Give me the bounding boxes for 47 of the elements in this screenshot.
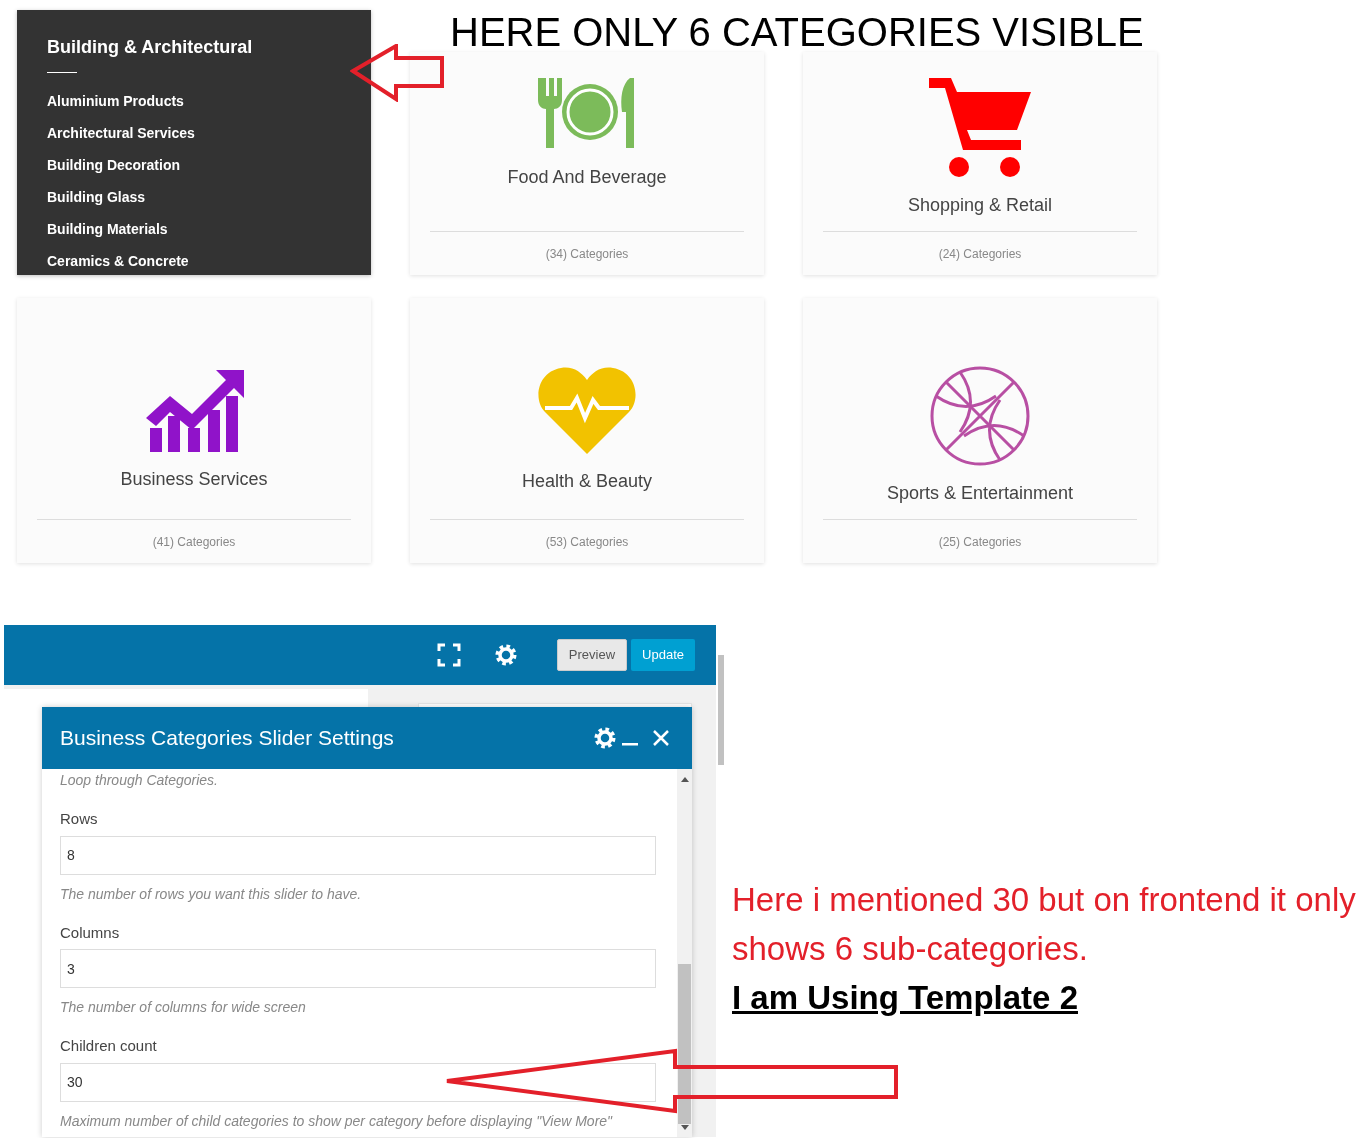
settings-icon[interactable] — [494, 644, 517, 666]
minimize-icon[interactable] — [622, 743, 638, 747]
fullscreen-icon[interactable] — [436, 643, 461, 667]
category-title[interactable]: Shopping & Retail — [907, 192, 1053, 219]
field-label: Columns — [60, 922, 121, 943]
category-card[interactable]: Health & Beauty (53) Categories — [410, 298, 764, 563]
dialog-title: Business Categories Slider Settings — [60, 725, 395, 752]
scroll-up-icon[interactable] — [681, 777, 689, 782]
subcategory-link[interactable]: Building Glass — [47, 181, 145, 213]
subcategory-link[interactable]: Building Decoration — [47, 149, 180, 181]
category-title[interactable]: Food And Beverage — [507, 164, 667, 191]
shopping-cart-icon — [929, 78, 1031, 178]
category-card[interactable]: Building & Architectural Aluminium Products Architectural Services Building Decoration Building Glass Building Materials Ceramics & Concrete — [17, 10, 371, 275]
input-field[interactable]: 30 — [60, 1062, 656, 1102]
input-field[interactable]: 8 — [60, 835, 656, 875]
help-text: Loop through Categories. — [60, 771, 219, 790]
field-label: Children count — [60, 1036, 158, 1056]
category-count: (24) Categories — [938, 246, 1022, 263]
input-field[interactable]: 3 — [60, 949, 656, 988]
category-card[interactable]: Business Services (41) Categories — [17, 298, 371, 563]
heart-pulse-icon — [537, 366, 637, 454]
field-label: Rows — [60, 809, 99, 829]
category-title[interactable]: Building & Architectural — [47, 37, 371, 57]
category-title[interactable]: Health & Beauty — [521, 468, 653, 495]
subcategory-link[interactable]: Architectural Services — [47, 117, 195, 149]
basketball-icon — [930, 366, 1030, 466]
subcategory-link[interactable]: Ceramics & Concrete — [47, 245, 189, 277]
category-count: (53) Categories — [545, 534, 629, 551]
category-title[interactable]: Business Services — [120, 466, 268, 493]
category-card[interactable]: Shopping & Retail (24) Categories — [803, 52, 1157, 275]
help-text: The number of columns for wide screen — [60, 998, 307, 1017]
category-count: (25) Categories — [938, 534, 1022, 551]
subcategory-link[interactable]: Building Materials — [47, 213, 168, 245]
subcategory-link[interactable]: Aluminium Products — [47, 85, 184, 117]
category-card[interactable]: Food And Beverage (34) Categories — [410, 52, 764, 275]
settings-icon[interactable] — [594, 727, 616, 749]
category-count: (41) Categories — [152, 534, 236, 551]
category-card[interactable]: Sports & Entertainment (25) Categories — [803, 298, 1157, 563]
category-count: (34) Categories — [545, 246, 629, 263]
preview-button[interactable]: Preview — [556, 639, 628, 671]
help-text: Maximum number of child categories to show per category before displaying "View More" — [60, 1111, 614, 1131]
category-title[interactable]: Sports & Entertainment — [886, 480, 1074, 507]
help-text: The number of rows you want this slider to have. — [60, 884, 363, 904]
close-icon[interactable] — [652, 729, 670, 747]
annotation-headline: HERE ONLY 6 CATEGORIES VISIBLE — [450, 10, 1144, 54]
arrow-icon — [350, 44, 446, 102]
annotation-text: Here i mentioned 30 but on frontend it only shows 6 sub-categories. I am Using Template 2 — [732, 880, 1357, 1018]
